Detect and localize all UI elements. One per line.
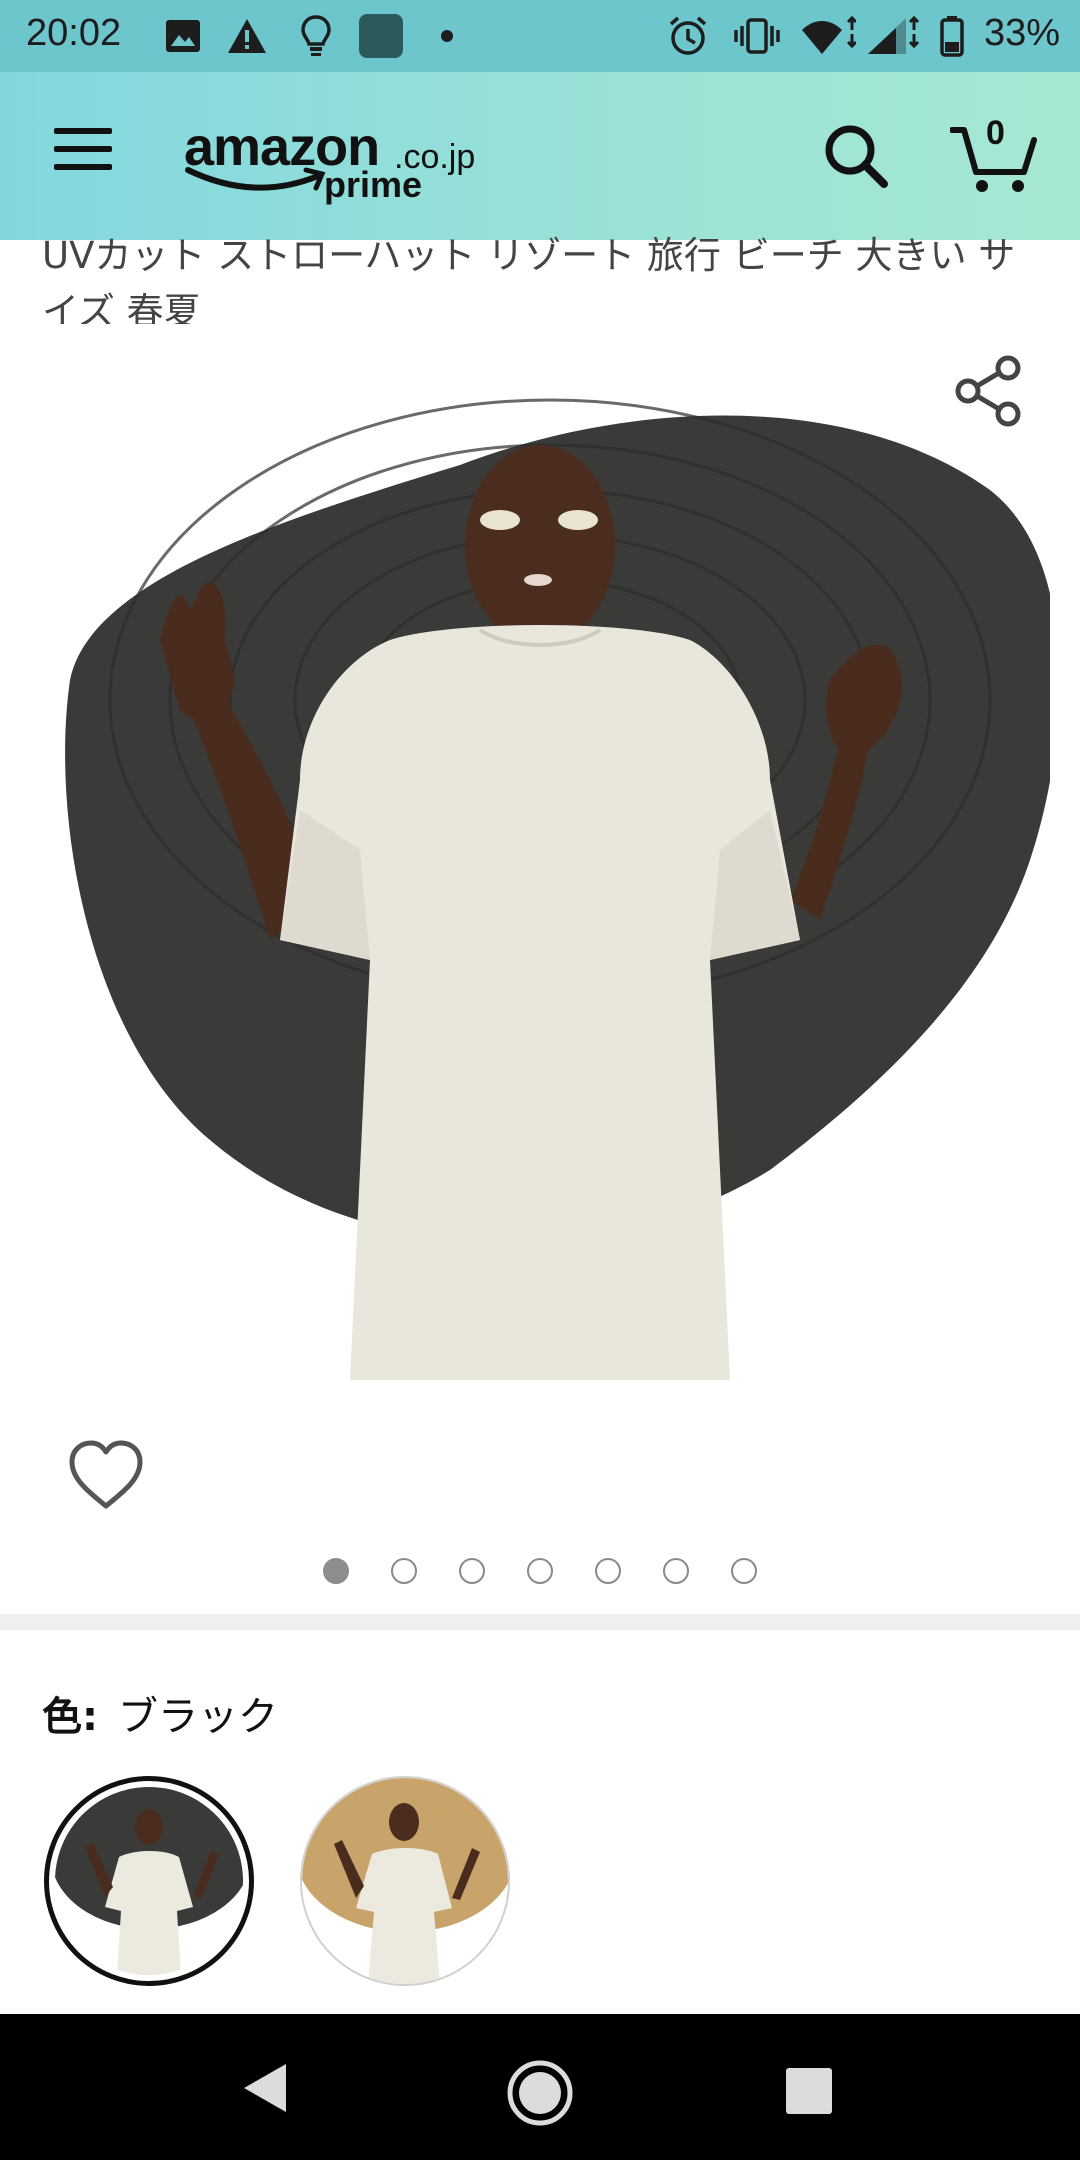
product-photo: [65, 398, 1050, 1380]
app-icon: [358, 14, 404, 58]
swatch-thumbnail: [55, 1787, 243, 1975]
menu-icon-bar: [54, 164, 112, 170]
image-icon: [164, 14, 202, 58]
menu-icon-bar: [54, 128, 112, 134]
vibrate-icon: [734, 14, 780, 58]
home-icon: [507, 2060, 573, 2126]
menu-icon-bar: [54, 146, 112, 152]
logo-prime: prime: [324, 164, 423, 205]
back-button[interactable]: [240, 2060, 290, 2120]
warning-icon: [226, 14, 268, 58]
share-icon: [955, 355, 1021, 427]
carousel-dot[interactable]: [527, 1558, 553, 1584]
product-title: UVカット ストローハット リゾート 旅行 ビーチ 大きい サイズ 春夏: [42, 232, 1042, 324]
status-time: 20:02: [26, 12, 122, 54]
share-button[interactable]: [954, 354, 1024, 428]
recents-button[interactable]: [786, 2068, 832, 2114]
battery-percent: 33%: [983, 12, 1060, 54]
home-button[interactable]: [505, 2058, 575, 2132]
battery-icon: [940, 14, 964, 58]
system-nav-bar: [0, 2014, 1080, 2160]
cart-count: 0: [986, 114, 1005, 152]
cart-button[interactable]: 0: [949, 114, 1040, 196]
smile-arrow-icon: [185, 167, 326, 191]
lightbulb-icon: [300, 14, 332, 58]
signal-icon: [866, 14, 920, 58]
heart-icon: [69, 1440, 143, 1509]
carousel-indicator: [0, 1558, 1080, 1592]
carousel-dot[interactable]: [731, 1558, 757, 1584]
menu-button[interactable]: [54, 128, 112, 176]
dot-icon: [440, 14, 454, 58]
color-selected-value: ブラック: [118, 1694, 278, 1740]
carousel-dot[interactable]: [595, 1558, 621, 1584]
alarm-icon: [666, 14, 710, 58]
carousel-dot[interactable]: [323, 1558, 349, 1584]
app-header: amazon .co.jp prime 0: [0, 72, 1080, 240]
color-label-key: 色:: [42, 1694, 98, 1740]
search-button[interactable]: [820, 120, 892, 192]
product-title-text: UVカット ストローハット リゾート 旅行 ビーチ 大きい サイズ 春夏: [42, 234, 1016, 324]
back-icon: [244, 2064, 286, 2112]
search-icon: [825, 125, 888, 188]
wifi-icon: [800, 14, 856, 58]
natural-hat-swatch[interactable]: [300, 1776, 510, 1986]
swatch-thumbnail: [302, 1778, 508, 1984]
carousel-dot[interactable]: [663, 1558, 689, 1584]
black-hat-swatch[interactable]: [44, 1776, 254, 1986]
section-divider: [0, 1614, 1080, 1630]
wishlist-button[interactable]: [66, 1438, 146, 1514]
carousel-dot[interactable]: [459, 1558, 485, 1584]
status-bar: 20:02 33%: [0, 0, 1080, 72]
carousel-dot[interactable]: [391, 1558, 417, 1584]
color-label: 色: ブラック: [42, 1684, 278, 1742]
amazon-logo[interactable]: amazon .co.jp prime: [184, 116, 504, 216]
product-image-carousel[interactable]: [30, 380, 1050, 1490]
